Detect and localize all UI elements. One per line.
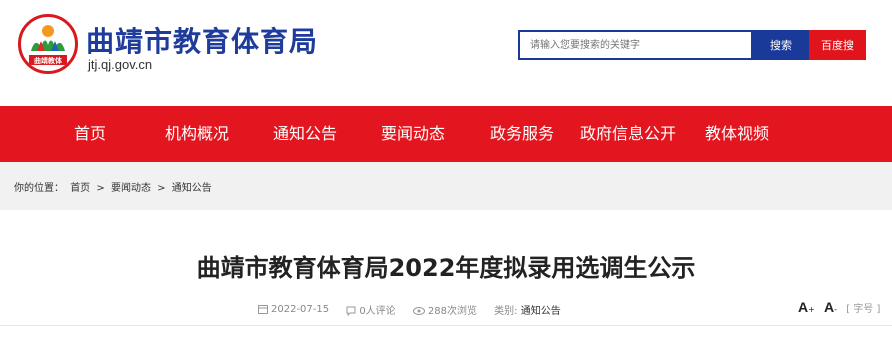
nav-item-services[interactable]: 政务服务 [490,106,554,162]
article-title: 曲靖市教育体育局2022年度拟录用选调生公示 [196,254,696,282]
meta-date: 2022-07-15 [258,304,329,315]
nav-item-notices[interactable]: 通知公告 [273,106,337,162]
meta-views: 288次浏览 [412,302,477,317]
nav-item-organization[interactable]: 机构概况 [165,106,229,162]
main-nav: 首页 机构概况 通知公告 要闻动态 政务服务 政府信息公开 教体视频 [0,106,892,162]
comment-icon [346,306,356,316]
article-date: 2022-07-15 [271,304,330,315]
breadcrumb-news[interactable]: 要闻动态 [111,183,151,194]
font-increase-button[interactable]: A [798,299,808,315]
breadcrumb: 你的位置： 首页 > 要闻动态 > 通知公告 [14,179,215,194]
site-logo[interactable]: 曲靖教体 [18,14,78,74]
divider [0,325,892,326]
article-comments[interactable]: 0人评论 [359,306,395,317]
breadcrumb-separator: > [96,183,105,194]
font-increase-sub: + [808,305,815,314]
font-decrease-button[interactable]: A [824,299,834,315]
eye-icon [412,307,425,315]
baidu-search-button[interactable]: 百度搜 [809,30,866,60]
breadcrumb-separator: > [157,183,166,194]
site-header: 曲靖教体 曲靖市教育体育局 jtj.qj.gov.cn 搜索 百度搜 [0,0,892,106]
category-link[interactable]: 通知公告 [521,306,561,317]
site-name[interactable]: 曲靖市教育体育局 [86,20,318,60]
nav-item-news[interactable]: 要闻动态 [381,106,445,162]
breadcrumb-home[interactable]: 首页 [70,183,90,194]
search-button[interactable]: 搜索 [753,30,809,60]
breadcrumb-prefix: 你的位置： [14,183,64,194]
site-url: jtj.qj.gov.cn [88,57,153,72]
font-size-label: [ 字号 ] [846,304,881,315]
nav-item-videos[interactable]: 教体视频 [705,106,769,162]
breadcrumb-notices[interactable]: 通知公告 [172,183,212,194]
meta-comments: 0人评论 [346,302,396,317]
category-label: 类别: [494,306,518,317]
calendar-icon [258,305,268,314]
meta-category: 类别: 通知公告 [494,302,561,317]
font-size-control: A+ A- [ 字号 ] [798,299,880,315]
search-input[interactable] [518,30,753,60]
nav-item-home[interactable]: 首页 [74,106,106,162]
logo-text: 曲靖教体 [34,57,62,65]
breadcrumb-bar: 你的位置： 首页 > 要闻动态 > 通知公告 [0,162,892,210]
article-meta: 2022-07-15 0人评论 288次浏览 类别: 通知公告 [258,302,575,317]
font-decrease-sub: - [834,305,838,314]
article-views: 288次浏览 [427,306,477,317]
search-bar: 搜索 百度搜 [518,30,866,60]
nav-item-gov-info[interactable]: 政府信息公开 [580,106,676,162]
